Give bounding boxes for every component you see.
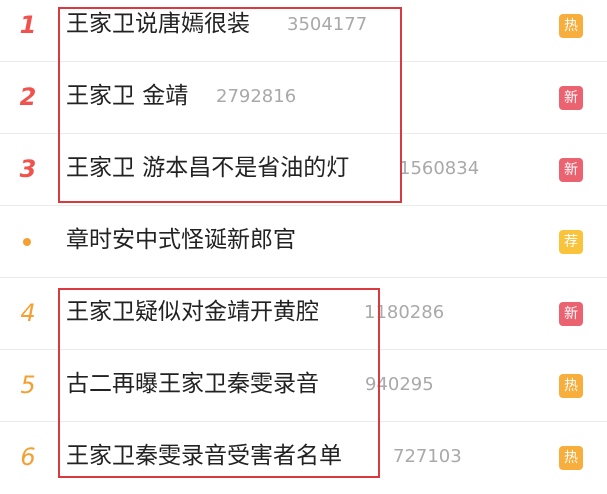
hot-badge: 热 xyxy=(559,374,583,398)
heat-count: 727103 xyxy=(393,446,462,467)
recommended-badge: 荐 xyxy=(559,230,583,254)
rank-number: 5 xyxy=(20,371,36,399)
heat-count: 1180286 xyxy=(364,302,445,323)
heat-count: 1560834 xyxy=(399,158,480,179)
hot-search-item-4[interactable]: 4 王家卫疑似对金靖开黄腔 1180286 新 xyxy=(0,278,607,350)
new-badge: 新 xyxy=(559,158,583,182)
rank-number: 1 xyxy=(19,11,37,39)
hot-search-item-2[interactable]: 2 王家卫 金靖 2792816 新 xyxy=(0,62,607,134)
heat-count: 2792816 xyxy=(216,86,297,107)
rank-number: 6 xyxy=(20,443,36,471)
hot-search-item-recommended[interactable]: 章时安中式怪诞新郎官 荐 xyxy=(0,206,607,278)
hot-badge: 热 xyxy=(559,446,583,470)
hot-search-item-1[interactable]: 1 王家卫说唐嫣很装 3504177 热 xyxy=(0,0,607,62)
hot-search-item-6[interactable]: 6 王家卫秦雯录音受害者名单 727103 热 xyxy=(0,422,607,494)
topic-title[interactable]: 王家卫 金靖 xyxy=(66,80,188,112)
topic-title[interactable]: 古二再曝王家卫秦雯录音 xyxy=(66,368,319,400)
new-badge: 新 xyxy=(559,86,583,110)
hot-search-list: 1 王家卫说唐嫣很装 3504177 热 2 王家卫 金靖 2792816 新 … xyxy=(0,0,607,482)
rank-number: 2 xyxy=(19,83,37,111)
hot-search-item-5[interactable]: 5 古二再曝王家卫秦雯录音 940295 热 xyxy=(0,350,607,422)
topic-title[interactable]: 王家卫 游本昌不是省油的灯 xyxy=(66,152,349,184)
heat-count: 3504177 xyxy=(287,14,368,35)
recommended-dot xyxy=(23,238,31,246)
topic-title[interactable]: 王家卫说唐嫣很装 xyxy=(66,8,250,40)
topic-title[interactable]: 王家卫秦雯录音受害者名单 xyxy=(66,440,342,472)
new-badge: 新 xyxy=(559,302,583,326)
topic-title[interactable]: 王家卫疑似对金靖开黄腔 xyxy=(66,296,319,328)
hot-badge: 热 xyxy=(559,14,583,38)
rank-number: 3 xyxy=(19,155,37,183)
hot-search-item-3[interactable]: 3 王家卫 游本昌不是省油的灯 1560834 新 xyxy=(0,134,607,206)
topic-title[interactable]: 章时安中式怪诞新郎官 xyxy=(66,224,296,256)
heat-count: 940295 xyxy=(365,374,434,395)
rank-number: 4 xyxy=(20,299,36,327)
